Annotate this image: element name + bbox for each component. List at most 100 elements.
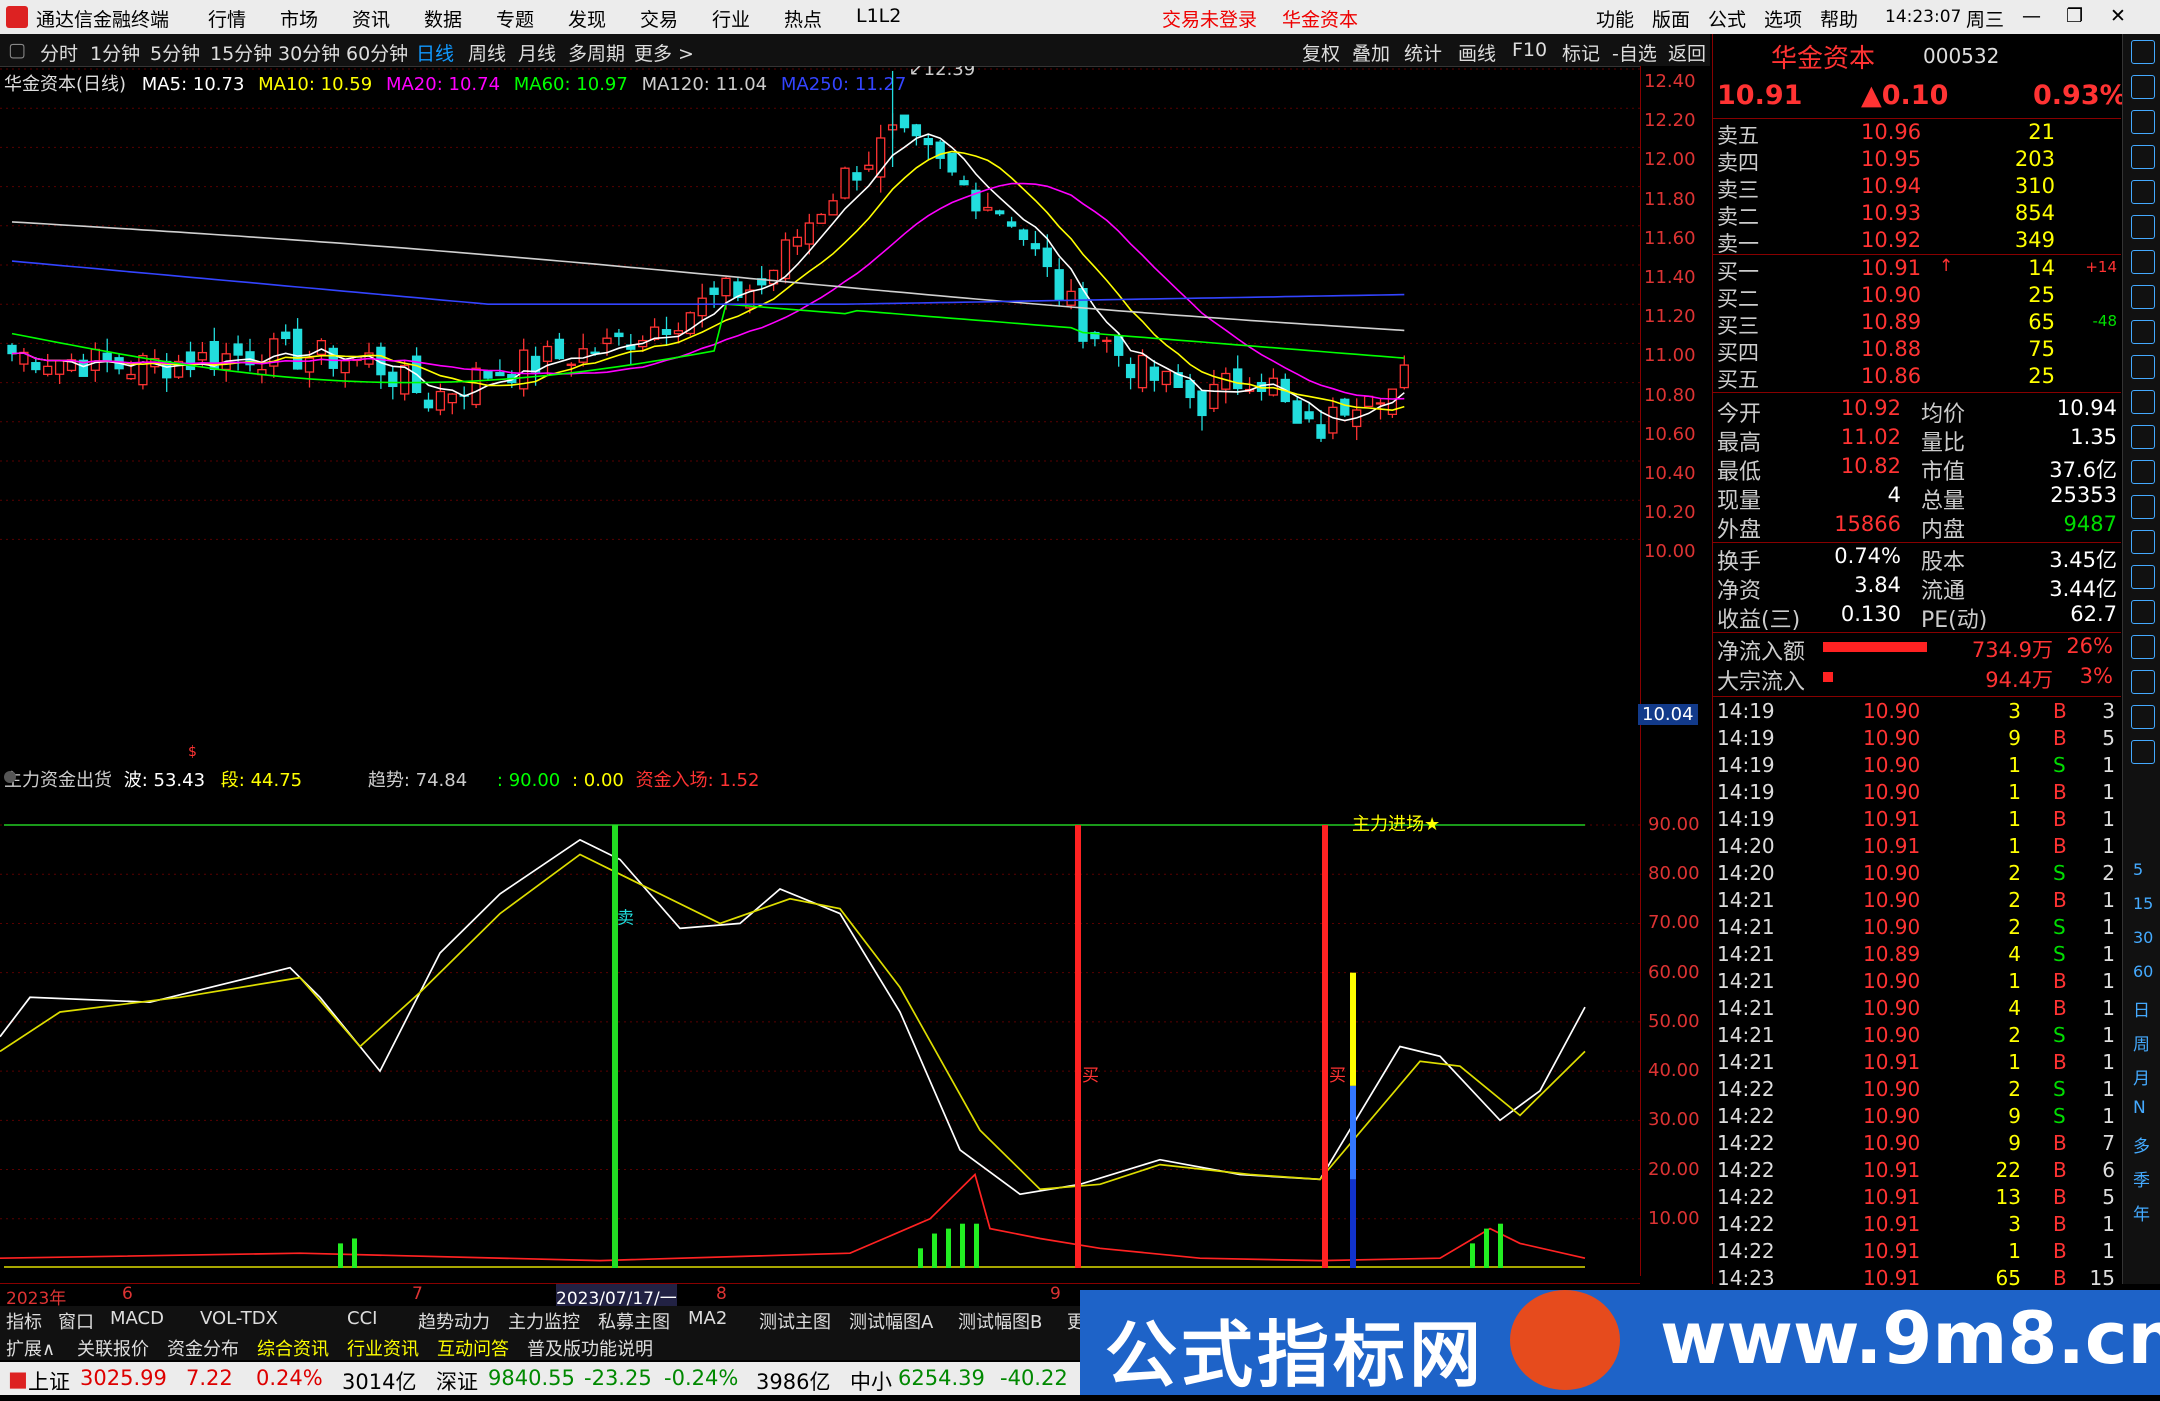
- period-shortcut[interactable]: 60: [2133, 962, 2153, 981]
- menu-discover[interactable]: 发现: [568, 5, 606, 32]
- indicator-chart[interactable]: 卖买 买 主力进场★: [0, 768, 1640, 1276]
- period-timeshare[interactable]: 分时: [40, 39, 78, 66]
- grid-icon[interactable]: [2131, 705, 2155, 729]
- trade-login-status[interactable]: 交易未登录: [1162, 5, 1257, 32]
- candle-body: [1149, 366, 1160, 381]
- period-shortcut[interactable]: 5: [2133, 860, 2143, 879]
- indicator-tab[interactable]: 主力监控: [508, 1308, 580, 1334]
- up-icon[interactable]: [2131, 75, 2155, 99]
- coin-icon[interactable]: [2131, 565, 2155, 589]
- indicator-tab[interactable]: 测试幅图A: [849, 1308, 933, 1334]
- indicator-tab[interactable]: 趋势动力: [418, 1308, 490, 1334]
- menu-hot[interactable]: 热点: [784, 5, 822, 32]
- period-daily[interactable]: 日线: [416, 39, 454, 66]
- period-weekly[interactable]: 周线: [468, 39, 506, 66]
- period-1min[interactable]: 1分钟: [90, 39, 140, 66]
- period-dropdown-icon[interactable]: ▢: [8, 39, 26, 61]
- mark-button[interactable]: 标记: [1562, 39, 1600, 66]
- restore-icon[interactable]: ❐: [2066, 5, 2083, 27]
- period-shortcut[interactable]: N: [2133, 1098, 2146, 1118]
- indicator-tab[interactable]: VOL-TDX: [200, 1308, 278, 1329]
- period-60min[interactable]: 60分钟: [346, 39, 408, 66]
- stats-button[interactable]: 统计: [1404, 39, 1442, 66]
- indicator-tab[interactable]: MACD: [110, 1308, 164, 1329]
- extension-tab[interactable]: 综合资讯: [257, 1335, 329, 1361]
- f10-button[interactable]: F10: [1512, 39, 1547, 61]
- menu-topic[interactable]: 专题: [496, 5, 534, 32]
- indicator-tab[interactable]: 测试主图: [759, 1308, 831, 1334]
- sme-index-name[interactable]: 中小: [850, 1366, 892, 1396]
- extension-tab[interactable]: 扩展∧: [6, 1335, 55, 1361]
- indicator-tab[interactable]: 私募主图: [598, 1308, 670, 1334]
- extension-tab[interactable]: 普及版功能说明: [527, 1335, 653, 1361]
- extension-tab[interactable]: 资金分布: [167, 1335, 239, 1361]
- period-5min[interactable]: 5分钟: [150, 39, 200, 66]
- extension-tab[interactable]: 关联报价: [77, 1335, 149, 1361]
- sort-icon[interactable]: [2131, 495, 2155, 519]
- candle-body: [471, 367, 481, 406]
- menu-industry[interactable]: 行业: [712, 5, 750, 32]
- menu-trade[interactable]: 交易: [640, 5, 678, 32]
- clock-icon[interactable]: [2131, 460, 2155, 484]
- menu-function[interactable]: 功能: [1596, 5, 1634, 32]
- list-icon[interactable]: [2131, 180, 2155, 204]
- f10-icon[interactable]: [2131, 320, 2155, 344]
- news-icon[interactable]: [2131, 355, 2155, 379]
- period-shortcut[interactable]: 多: [2133, 1132, 2150, 1157]
- indicator-tab[interactable]: MA2: [688, 1308, 727, 1329]
- period-monthly[interactable]: 月线: [518, 39, 556, 66]
- back-button[interactable]: 返回: [1668, 39, 1706, 66]
- menu-layout[interactable]: 版面: [1652, 5, 1690, 32]
- overlay-button[interactable]: 叠加: [1352, 39, 1390, 66]
- menu-help[interactable]: 帮助: [1820, 5, 1858, 32]
- indicator-tab[interactable]: 测试幅图B: [958, 1308, 1042, 1334]
- candle-body: [947, 152, 957, 173]
- period-shortcut[interactable]: 日: [2133, 996, 2150, 1021]
- menu-formula[interactable]: 公式: [1708, 5, 1746, 32]
- menu-l1l2[interactable]: L1L2: [856, 5, 901, 27]
- period-30min[interactable]: 30分钟: [278, 39, 340, 66]
- quote-icon[interactable]: [2131, 145, 2155, 169]
- period-more[interactable]: 更多 >: [634, 39, 694, 66]
- menu-market[interactable]: 市场: [280, 5, 318, 32]
- period-shortcut[interactable]: 30: [2133, 928, 2153, 947]
- kline-chart[interactable]: ↙12.39 $: [0, 66, 1640, 766]
- adjust-button[interactable]: 复权: [1302, 39, 1340, 66]
- period-shortcut[interactable]: 15: [2133, 894, 2153, 913]
- fz-icon[interactable]: [2131, 425, 2155, 449]
- indicator-tab[interactable]: 窗口: [58, 1308, 94, 1334]
- extension-tab[interactable]: 互动问答: [437, 1335, 509, 1361]
- stock-code: 000532: [1923, 44, 2000, 68]
- period-shortcut[interactable]: 月: [2133, 1064, 2150, 1089]
- f5-icon[interactable]: [2131, 670, 2155, 694]
- move-icon[interactable]: [2131, 600, 2155, 624]
- indicator-tab[interactable]: 指标: [6, 1308, 42, 1334]
- rsi-icon[interactable]: [2131, 530, 2155, 554]
- square-icon[interactable]: [2131, 390, 2155, 414]
- down-icon[interactable]: [2131, 110, 2155, 134]
- menu-quotes[interactable]: 行情: [208, 5, 246, 32]
- sh-index-name[interactable]: 上证: [28, 1366, 70, 1396]
- minimize-icon[interactable]: —: [2022, 5, 2041, 27]
- one-icon[interactable]: [2131, 740, 2155, 764]
- chart-icon[interactable]: [2131, 215, 2155, 239]
- period-shortcut[interactable]: 季: [2133, 1166, 2150, 1191]
- period-shortcut[interactable]: 年: [2133, 1200, 2150, 1225]
- extension-tab[interactable]: 行业资讯: [347, 1335, 419, 1361]
- period-shortcut[interactable]: 周: [2133, 1030, 2150, 1055]
- indicator-tab[interactable]: CCI: [347, 1308, 377, 1329]
- period-15min[interactable]: 15分钟: [210, 39, 272, 66]
- draw-button[interactable]: 画线: [1458, 39, 1496, 66]
- sz-index-name[interactable]: 深证: [436, 1366, 478, 1396]
- indicator-tick: 50.00: [1648, 1010, 1700, 1032]
- menu-news[interactable]: 资讯: [352, 5, 390, 32]
- bar-chart-icon[interactable]: [2131, 250, 2155, 274]
- watchlist-button[interactable]: -自选: [1612, 39, 1657, 66]
- menu-data[interactable]: 数据: [424, 5, 462, 32]
- menu-options[interactable]: 选项: [1764, 5, 1802, 32]
- table-icon[interactable]: [2131, 285, 2155, 309]
- close-icon[interactable]: ✕: [2110, 5, 2126, 27]
- period-multi[interactable]: 多周期: [568, 39, 625, 66]
- pen-icon[interactable]: [2131, 635, 2155, 659]
- up-arrow-icon[interactable]: [2131, 40, 2155, 64]
